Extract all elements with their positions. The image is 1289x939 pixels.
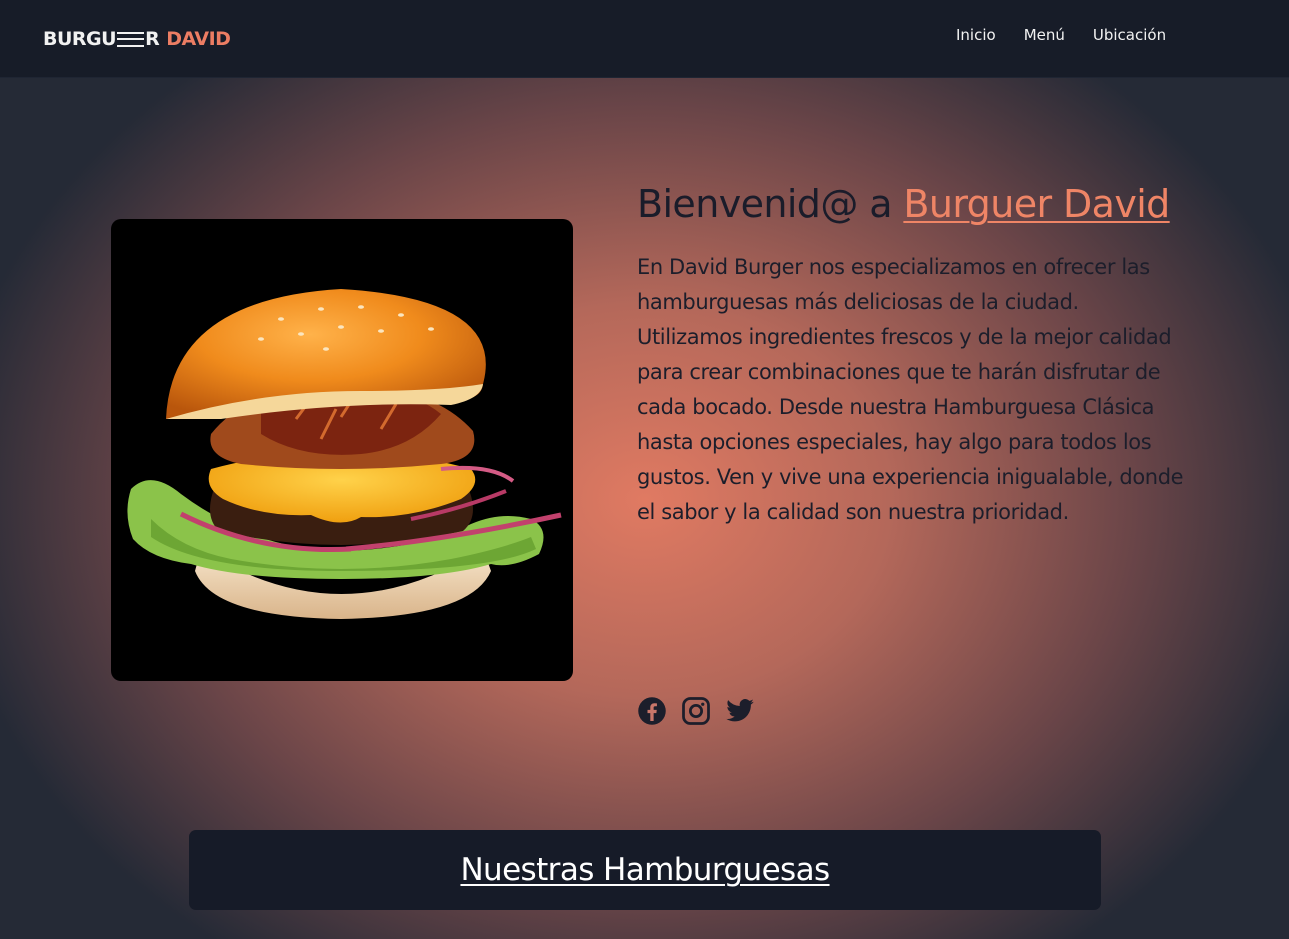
section-title: Nuestras Hamburguesas	[460, 852, 830, 888]
hero-description: En David Burger nos especializamos en of…	[637, 255, 1184, 524]
social-links	[637, 696, 755, 726]
hero-text: Bienvenid@ a Burguer David En David Burg…	[637, 175, 1197, 530]
hero-title: Bienvenid@ a Burguer David	[637, 175, 1197, 233]
nav-menu: Inicio Menú Ubicación	[956, 26, 1166, 44]
nav-link-inicio[interactable]: Inicio	[956, 26, 996, 44]
logo-e-mark	[117, 31, 145, 47]
hero-burger-image	[111, 219, 573, 681]
burger-illustration	[127, 289, 562, 619]
instagram-icon[interactable]	[681, 696, 711, 726]
section-banner: Nuestras Hamburguesas	[189, 830, 1101, 910]
logo-text-part2: R	[145, 28, 160, 50]
logo[interactable]: BURGU R DAVID	[43, 27, 231, 51]
twitter-icon[interactable]	[725, 696, 755, 726]
nav-link-menu[interactable]: Menú	[1024, 26, 1065, 44]
hero-title-prefix: Bienvenid@ a	[637, 182, 904, 226]
facebook-icon[interactable]	[637, 696, 667, 726]
nav-link-ubicacion[interactable]: Ubicación	[1093, 26, 1166, 44]
navbar: BURGU R DAVID Inicio Menú Ubicación	[0, 0, 1289, 78]
hero-title-link[interactable]: Burguer David	[903, 182, 1170, 226]
logo-text-part1: BURGU	[43, 28, 117, 50]
logo-text-part3: DAVID	[166, 28, 231, 50]
